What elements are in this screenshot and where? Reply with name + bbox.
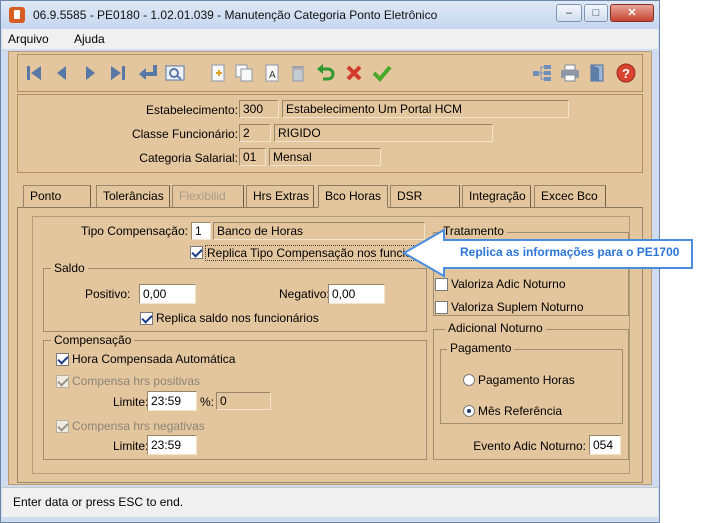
menu-bar: Arquivo Ajuda <box>2 29 658 49</box>
negativo-field[interactable]: 0,00 <box>328 284 385 304</box>
tab-bco-horas[interactable]: Bco Horas <box>318 185 388 208</box>
search-icon[interactable] <box>161 59 189 87</box>
limite-negativas-label: Limite: <box>113 439 149 453</box>
classe-code-field[interactable]: 2 <box>239 124 271 142</box>
add-record-icon[interactable] <box>204 59 232 87</box>
header-panel: Estabelecimento: 300 Estabelecimento Um … <box>17 94 643 173</box>
estabelecimento-code-field[interactable]: 300 <box>239 100 279 118</box>
compensa-positivas-checkbox <box>56 375 69 388</box>
minimize-button[interactable]: – <box>556 4 582 22</box>
undo-icon[interactable] <box>312 59 340 87</box>
close-button[interactable]: ✕ <box>610 4 654 22</box>
goto-record-icon[interactable] <box>134 59 162 87</box>
print-icon[interactable] <box>556 59 584 87</box>
title-bar: 06.9.5585 - PE0180 - 1.02.01.039 - Manut… <box>1 1 659 29</box>
mes-referencia-label[interactable]: Mês Referência <box>478 404 562 418</box>
negativo-label: Negativo: <box>279 287 330 301</box>
replica-tipo-checkbox[interactable] <box>190 246 203 259</box>
estabelecimento-name-field: Estabelecimento Um Portal HCM <box>282 100 569 118</box>
tree-icon[interactable] <box>528 59 556 87</box>
saldo-title: Saldo <box>51 261 88 275</box>
categoria-name-field: Mensal <box>269 148 381 166</box>
valoriza-adic-checkbox[interactable] <box>435 278 448 291</box>
save-checkmark-icon[interactable] <box>368 59 396 87</box>
replica-saldo-checkbox[interactable] <box>140 312 153 325</box>
pagamento-horas-radio[interactable] <box>463 374 475 386</box>
status-text: Enter data or press ESC to end. <box>13 495 184 509</box>
exit-door-icon[interactable] <box>584 59 612 87</box>
compensacao-title: Compensação <box>51 333 135 347</box>
cancel-icon[interactable] <box>340 59 368 87</box>
limite-positivas-label: Limite: <box>113 395 149 409</box>
valoriza-suplem-checkbox[interactable] <box>435 301 448 314</box>
positivo-label: Positivo: <box>85 287 131 301</box>
delete-record-icon[interactable] <box>284 59 312 87</box>
copy-record-icon[interactable] <box>230 59 258 87</box>
compensa-positivas-label: Compensa hrs positivas <box>72 374 201 388</box>
status-bar: Enter data or press ESC to end. <box>2 487 658 517</box>
callout-text: Replica as informações para o PE1700 <box>460 245 680 259</box>
tipo-compensacao-name-field: Banco de Horas <box>213 222 425 240</box>
tab-tolerancias[interactable]: Tolerâncias <box>96 185 170 208</box>
compensa-negativas-checkbox <box>56 420 69 433</box>
valoriza-adic-label[interactable]: Valoriza Adic Noturno <box>451 277 566 291</box>
window-title: 06.9.5585 - PE0180 - 1.02.01.039 - Manut… <box>33 8 438 22</box>
modify-record-icon[interactable]: A <box>258 59 286 87</box>
maximize-button[interactable]: □ <box>584 4 608 22</box>
toolbar: A ? <box>17 54 643 92</box>
next-record-icon[interactable] <box>76 59 104 87</box>
valoriza-suplem-label[interactable]: Valoriza Suplem Noturno <box>451 300 584 314</box>
hora-compensada-checkbox[interactable] <box>56 353 69 366</box>
classe-label: Classe Funcionário: <box>131 127 238 141</box>
tipo-compensacao-label: Tipo Compensação: <box>81 224 188 238</box>
compensa-negativas-label: Compensa hrs negativas <box>72 419 205 433</box>
pagamento-horas-label[interactable]: Pagamento Horas <box>478 373 575 387</box>
app-icon <box>9 7 25 23</box>
evento-adic-field[interactable]: 054 <box>589 435 621 455</box>
tab-dsr[interactable]: DSR <box>390 185 460 208</box>
tab-integracao[interactable]: Integração <box>462 185 531 208</box>
replica-saldo-label[interactable]: Replica saldo nos funcionários <box>156 311 319 325</box>
tab-strip: Ponto Tolerâncias Flexibilid Hrs Extras … <box>17 185 643 208</box>
estabelecimento-label: Estabelecimento: <box>145 103 238 117</box>
categoria-label: Categoria Salarial: <box>139 151 238 165</box>
hora-compensada-label[interactable]: Hora Compensada Automática <box>72 352 235 366</box>
percent-field: 0 <box>216 392 271 410</box>
svg-text:A: A <box>269 70 276 81</box>
pagamento-title: Pagamento <box>447 341 515 355</box>
menu-ajuda[interactable]: Ajuda <box>74 32 105 46</box>
classe-name-field: RIGIDO <box>274 124 493 142</box>
percent-label: %: <box>200 395 215 409</box>
categoria-code-field[interactable]: 01 <box>239 148 266 166</box>
limite-negativas-field[interactable]: 23:59 <box>147 435 197 455</box>
adicional-noturno-title: Adicional Noturno <box>445 321 546 335</box>
tab-excec-bco[interactable]: Excec Bco <box>534 185 606 208</box>
positivo-field[interactable]: 0,00 <box>139 284 196 304</box>
previous-record-icon[interactable] <box>48 59 76 87</box>
help-icon[interactable]: ? <box>612 59 640 87</box>
last-record-icon[interactable] <box>104 59 132 87</box>
evento-adic-label: Evento Adic Noturno: <box>473 439 586 453</box>
svg-text:?: ? <box>622 66 630 81</box>
first-record-icon[interactable] <box>20 59 48 87</box>
tab-hrs-extras[interactable]: Hrs Extras <box>246 185 314 208</box>
tipo-compensacao-code-field[interactable]: 1 <box>191 222 211 240</box>
menu-arquivo[interactable]: Arquivo <box>8 32 49 46</box>
tab-ponto[interactable]: Ponto <box>23 185 91 208</box>
limite-positivas-field[interactable]: 23:59 <box>147 391 197 411</box>
tab-flexibilid: Flexibilid <box>172 185 244 208</box>
mes-referencia-radio[interactable] <box>463 405 475 417</box>
